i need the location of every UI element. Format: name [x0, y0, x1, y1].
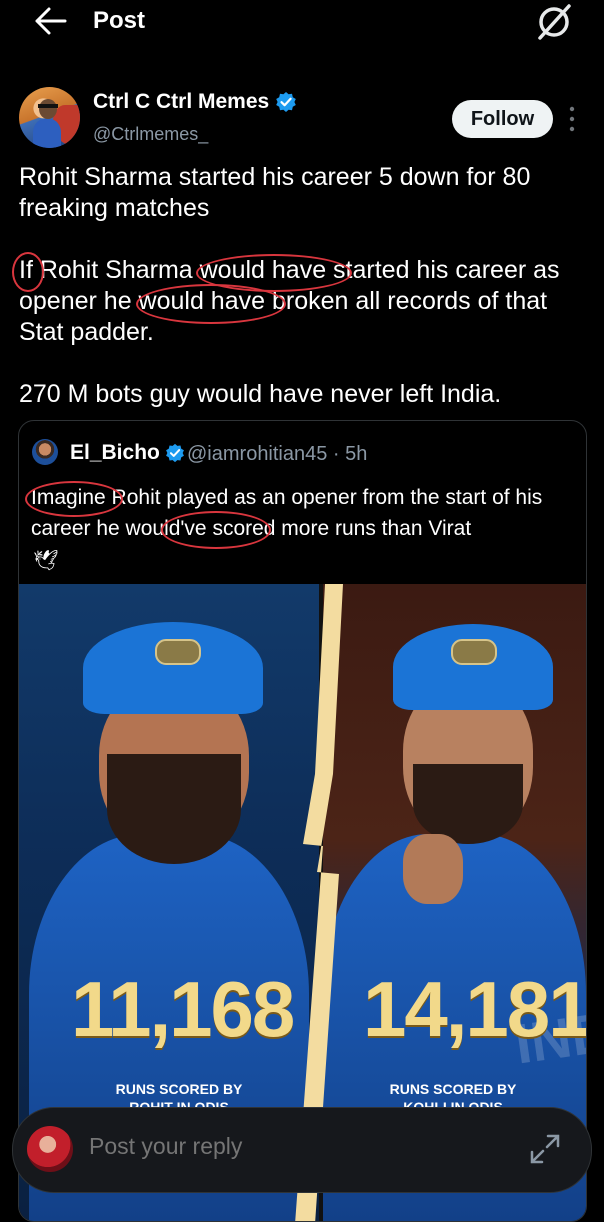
- quote-author-avatar[interactable]: [32, 439, 58, 465]
- author-handle[interactable]: @Ctrlmemes_: [93, 124, 208, 145]
- author-avatar[interactable]: [19, 87, 80, 148]
- annotation-circle: [161, 511, 271, 549]
- grok-icon[interactable]: [534, 2, 574, 42]
- follow-button[interactable]: Follow: [452, 100, 553, 138]
- verified-icon: [165, 443, 184, 463]
- post-paragraph: Rohit Sharma started his career 5 down f…: [19, 163, 531, 222]
- annotation-circle: [25, 481, 123, 517]
- verified-icon: [276, 92, 297, 112]
- quote-author-handle: @iamrohitian45 · 5h: [187, 443, 368, 465]
- top-bar: Post: [0, 0, 604, 62]
- dove-icon: 🕊: [33, 550, 59, 572]
- page-title: Post: [93, 7, 146, 34]
- expand-icon[interactable]: [528, 1132, 562, 1166]
- reply-input[interactable]: [87, 1132, 391, 1161]
- avatar-head: [39, 99, 57, 119]
- annotation-circle: [12, 252, 44, 292]
- avatar-suit: [33, 119, 61, 148]
- back-arrow-icon[interactable]: [34, 6, 68, 36]
- annotation-circle: [136, 284, 286, 324]
- more-icon[interactable]: [566, 104, 578, 134]
- post-paragraph: 270 M bots guy would have never left Ind…: [19, 380, 502, 408]
- author-name[interactable]: Ctrl C Ctrl Memes: [93, 90, 269, 114]
- quote-author-name-row: El_Bicho: [70, 441, 185, 465]
- reply-bar: [12, 1107, 592, 1193]
- avatar-sunglasses: [38, 104, 58, 108]
- quote-author-name: El_Bicho: [70, 441, 160, 464]
- quoted-post[interactable]: El_Bicho @iamrohitian45 · 5h Imagine Roh…: [18, 420, 587, 1222]
- user-avatar[interactable]: [27, 1126, 73, 1172]
- author-name-row[interactable]: Ctrl C Ctrl Memes: [93, 90, 297, 114]
